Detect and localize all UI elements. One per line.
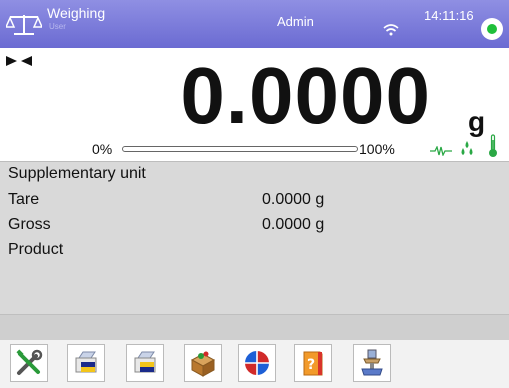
mode-title: Weighing — [47, 5, 106, 21]
clock: 14:11:16 — [424, 8, 474, 23]
product-database-icon — [190, 351, 216, 377]
weight-value: 0.0000 — [180, 51, 431, 140]
pie-chart-icon — [245, 351, 269, 375]
statistics-button[interactable] — [238, 344, 276, 382]
tools-button[interactable] — [10, 344, 48, 382]
print-footer-button[interactable] — [126, 344, 164, 382]
help-button[interactable]: ? — [294, 344, 332, 382]
wifi-icon — [383, 24, 399, 36]
tare-value: 0.0000 g — [262, 191, 325, 208]
info-panel: Supplementary unit Tare 0.0000 g Gross 0… — [0, 162, 509, 314]
print-footer-icon — [134, 351, 156, 373]
info-row-label: Tare — [8, 191, 40, 208]
gross-value: 0.0000 g — [262, 216, 325, 233]
tare-button[interactable] — [353, 344, 391, 382]
header-bar: Weighing User Admin 14:11:16 — [0, 0, 509, 48]
info-row-label: Supplementary unit — [8, 165, 146, 182]
range-min-label: 0% — [92, 141, 113, 157]
weight-display: 0.0000 g 0% 100% — [0, 48, 509, 162]
weight-unit[interactable]: g — [468, 106, 485, 138]
status-strip — [0, 314, 509, 341]
svg-text:?: ? — [307, 357, 315, 373]
tare-icon — [361, 349, 383, 376]
product-database-button[interactable] — [184, 344, 222, 382]
vibration-icon — [430, 146, 452, 156]
balance-logo-icon[interactable] — [6, 12, 42, 38]
info-row-label: Product — [8, 241, 64, 258]
user-label: User — [49, 22, 66, 31]
info-row-label: Gross — [8, 216, 51, 233]
help-icon: ? — [303, 351, 323, 376]
range-max-label: 100% — [359, 141, 395, 157]
print-header-button[interactable] — [67, 344, 105, 382]
toolbar: ? — [0, 340, 509, 388]
status-indicator-icon[interactable] — [481, 18, 503, 40]
temperature-icon — [489, 134, 497, 157]
account-label[interactable]: Admin — [277, 14, 314, 29]
humidity-icon — [461, 141, 473, 155]
load-bar — [122, 146, 358, 152]
tools-icon — [16, 349, 43, 375]
print-header-icon — [75, 351, 97, 373]
stability-marker-icon — [6, 56, 32, 66]
